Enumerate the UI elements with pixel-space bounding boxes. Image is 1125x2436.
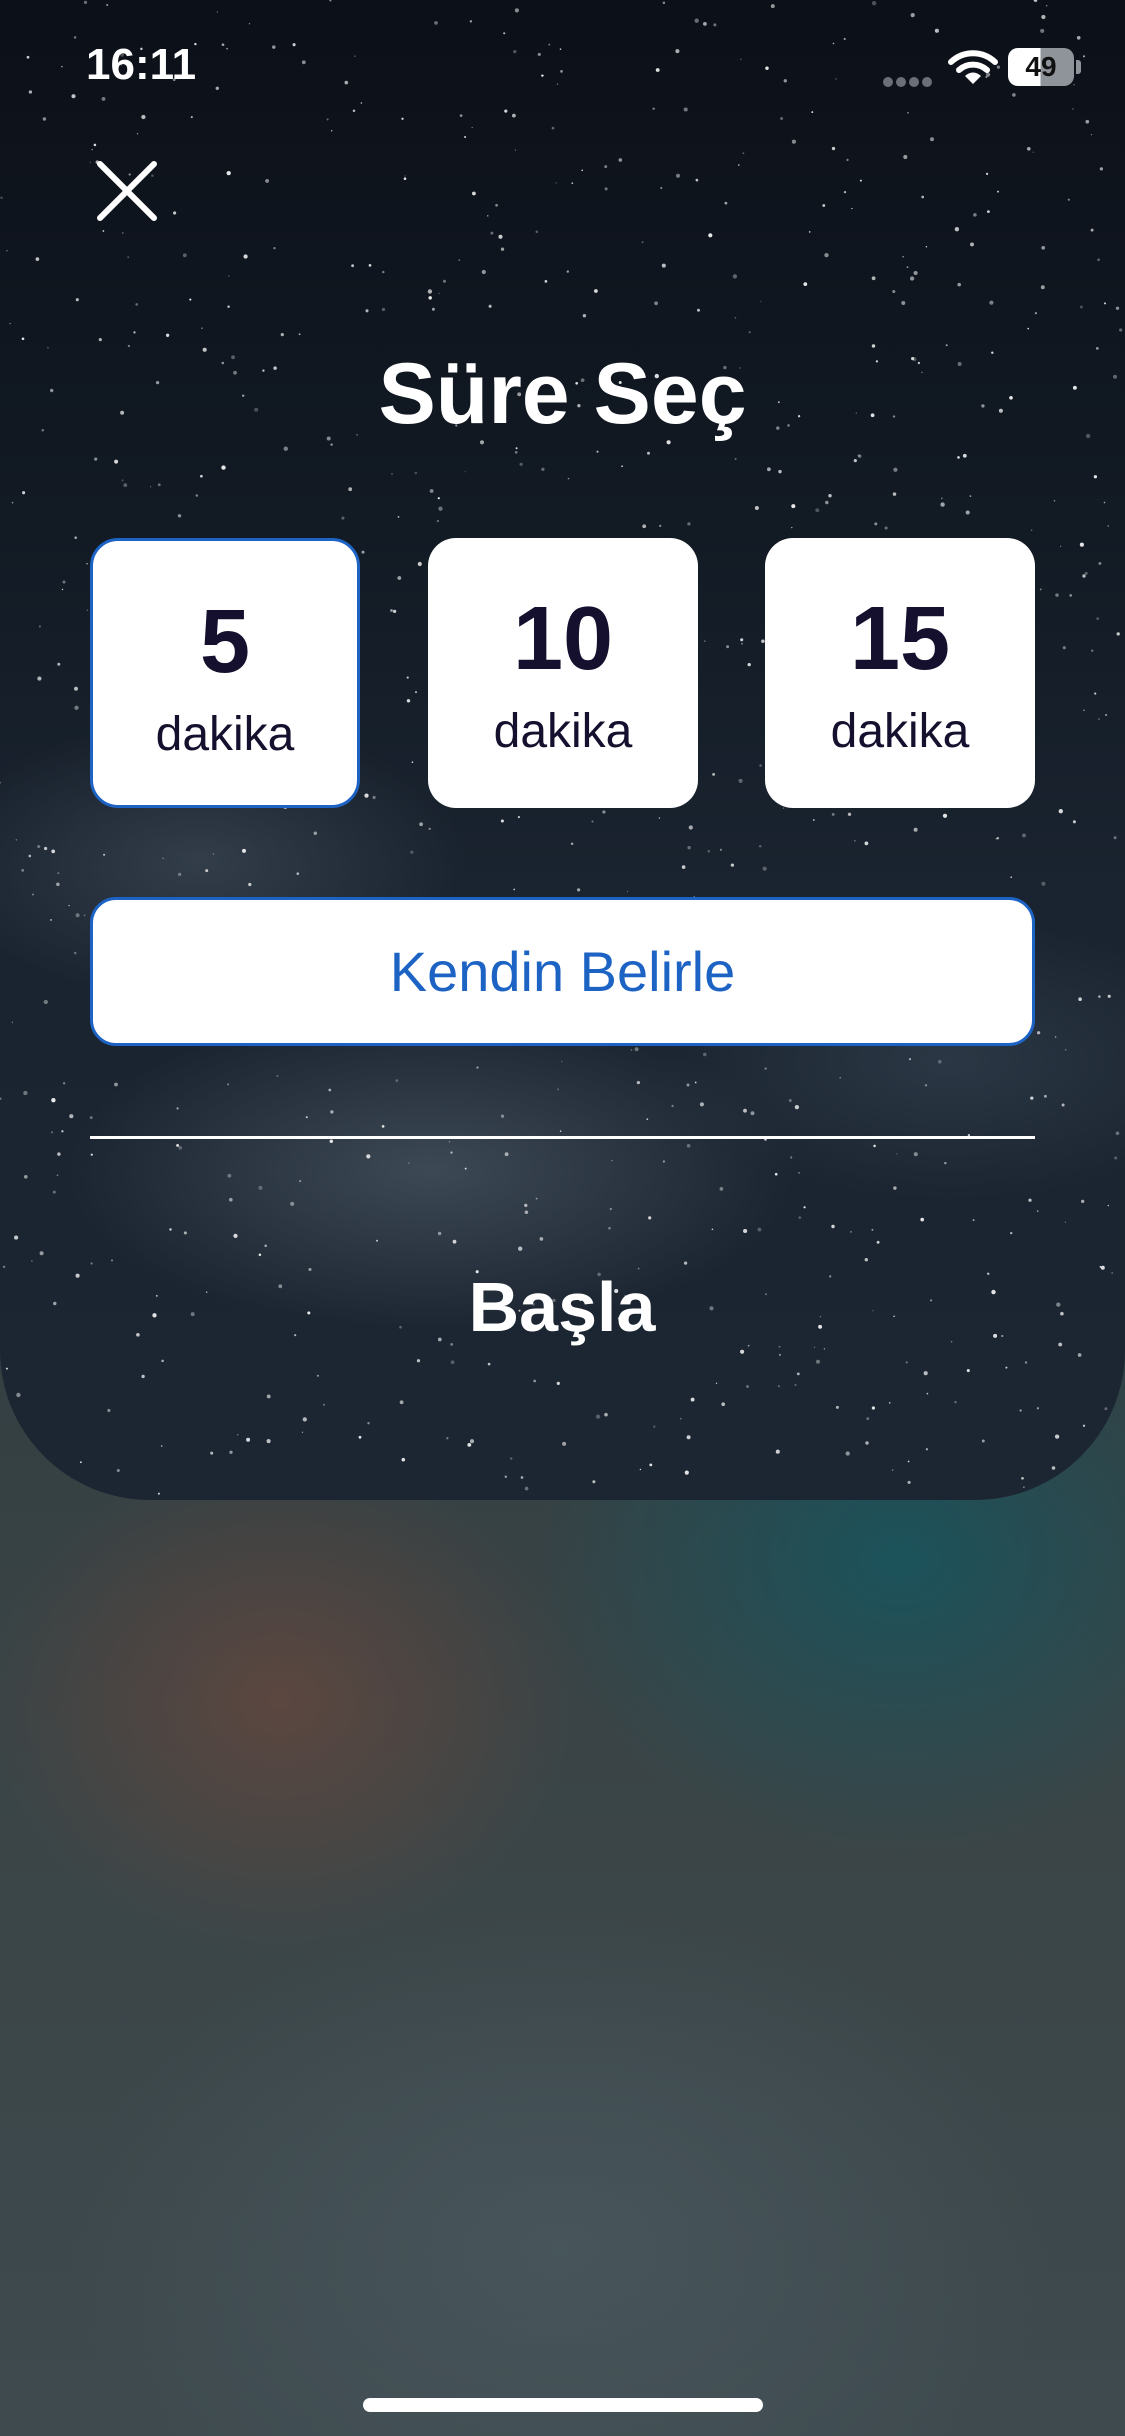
close-icon[interactable] <box>94 158 160 224</box>
wifi-icon <box>948 50 998 84</box>
battery-icon: 49 <box>1008 48 1081 86</box>
battery-cap <box>1076 60 1081 74</box>
signal-icon <box>883 77 932 87</box>
duration-picker-sheet: 16:11 49 Süre Seç 5 dakika 10 dakika 15 <box>0 0 1125 1500</box>
status-bar: 16:11 49 <box>0 0 1125 140</box>
home-indicator[interactable] <box>363 2398 763 2412</box>
custom-duration-button[interactable]: Kendin Belirle <box>90 897 1035 1046</box>
divider <box>90 1136 1035 1139</box>
status-time: 16:11 <box>86 40 197 89</box>
duration-option-5[interactable]: 5 dakika <box>90 538 360 808</box>
duration-value: 10 <box>512 589 614 689</box>
duration-value: 15 <box>849 589 951 689</box>
battery-level: 49 <box>1025 51 1057 82</box>
duration-unit: dakika <box>493 705 633 758</box>
start-button[interactable]: Başla <box>362 1252 762 1362</box>
duration-option-15[interactable]: 15 dakika <box>765 538 1035 808</box>
page-title: Süre Seç <box>378 346 747 442</box>
duration-unit: dakika <box>830 705 970 758</box>
duration-value: 5 <box>199 592 251 692</box>
duration-unit: dakika <box>155 708 295 761</box>
duration-option-10[interactable]: 10 dakika <box>428 538 698 808</box>
